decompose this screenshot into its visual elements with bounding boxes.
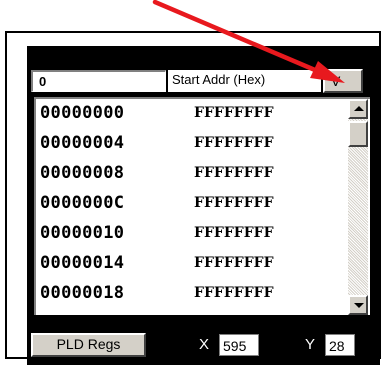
annotation-arrow — [152, 0, 345, 83]
